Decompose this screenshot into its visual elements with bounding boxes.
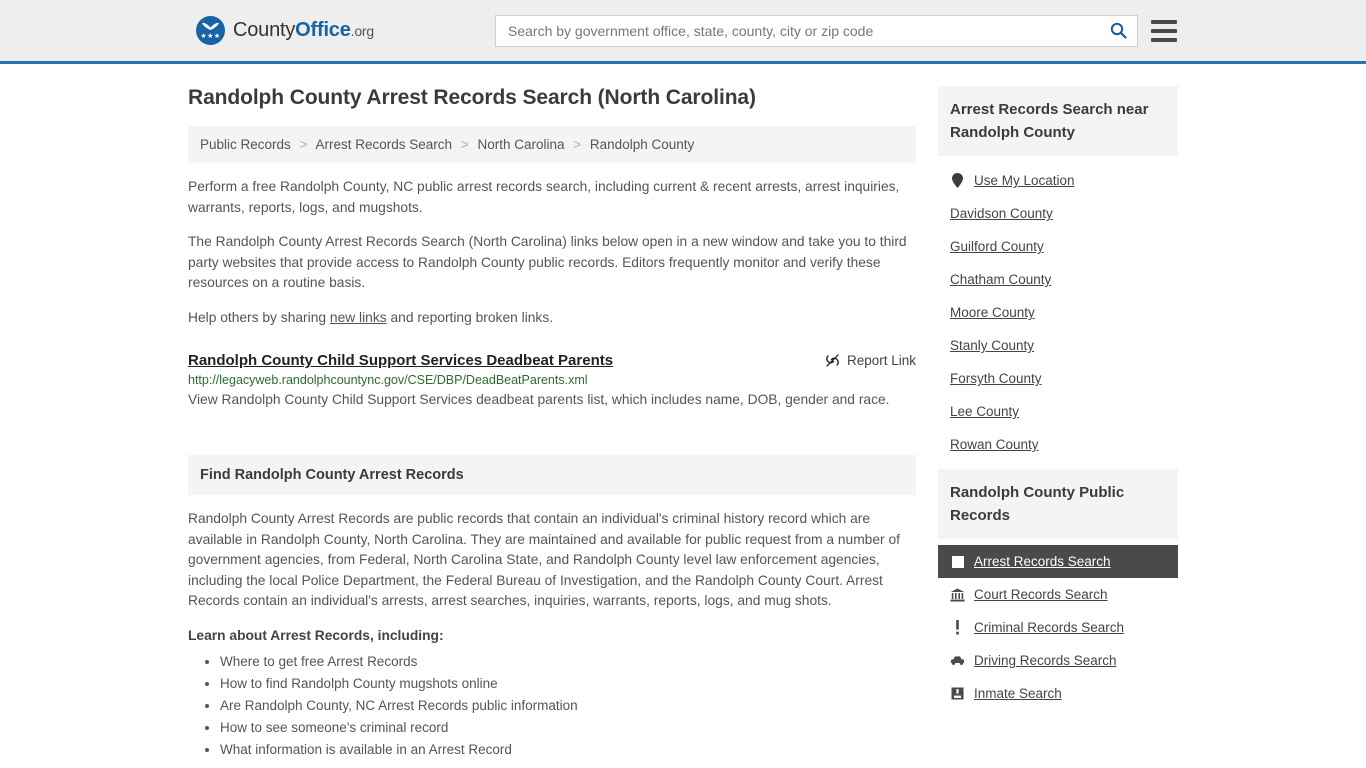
hamburger-menu-icon[interactable]	[1151, 19, 1177, 42]
brand-wordmark: CountyOffice.org	[233, 19, 374, 42]
breadcrumb-separator: >	[573, 137, 582, 152]
result-url: http://legacyweb.randolphcountync.gov/CS…	[188, 373, 588, 387]
sidebar-item-criminal-records-search[interactable]: Criminal Records Search	[938, 611, 1178, 644]
sidebar-heading-public-records: Randolph County Public Records	[938, 469, 1178, 539]
search-button[interactable]	[1099, 16, 1137, 46]
map-pin-icon	[950, 173, 965, 188]
jail-icon	[950, 686, 965, 701]
breadcrumb-item-arrest-records-search[interactable]: Arrest Records Search	[315, 137, 452, 152]
page-title: Randolph County Arrest Records Search (N…	[188, 86, 756, 109]
help-paragraph: Help others by sharing new links and rep…	[188, 308, 916, 329]
eagle-icon	[202, 22, 219, 30]
sidebar-item-label[interactable]: Moore County	[950, 305, 1035, 320]
site-logo[interactable]: ★★★ CountyOffice.org	[196, 16, 374, 45]
intro-paragraph-2: The Randolph County Arrest Records Searc…	[188, 234, 907, 290]
brand-tld: .org	[350, 23, 375, 39]
sidebar-heading-nearby: Arrest Records Search near Randolph Coun…	[938, 86, 1178, 156]
sidebar-item-inmate-search[interactable]: Inmate Search	[938, 677, 1178, 710]
list-item: Where to get free Arrest Records	[220, 651, 916, 673]
sidebar-box-nearby-counties: Arrest Records Search near Randolph Coun…	[938, 86, 1178, 461]
result-description: View Randolph County Child Support Servi…	[188, 392, 890, 407]
breadcrumb: Public Records > Arrest Records Search >…	[188, 126, 916, 163]
list-item: How to see someone's criminal record	[220, 717, 916, 739]
sidebar-item-arrest-records-search[interactable]: Arrest Records Search	[938, 545, 1178, 578]
new-links-link[interactable]: new links	[330, 310, 387, 325]
sidebar-item-lee-county[interactable]: Lee County	[938, 395, 1178, 428]
sidebar-item-label[interactable]: Rowan County	[950, 437, 1039, 452]
hamburger-line	[1151, 37, 1177, 42]
sidebar-item-label[interactable]: Driving Records Search	[974, 653, 1117, 668]
intro-paragraph-1: Perform a free Randolph County, NC publi…	[188, 179, 900, 215]
sidebar-item-moore-county[interactable]: Moore County	[938, 296, 1178, 329]
list-item: How to find Randolph County mugshots onl…	[220, 673, 916, 695]
breadcrumb-item-public-records[interactable]: Public Records	[200, 137, 291, 152]
sidebar-item-use-my-location[interactable]: Use My Location	[938, 164, 1178, 197]
help-suffix: and reporting broken links.	[386, 309, 554, 325]
sidebar-public-records-list: Arrest Records Search Court Records Sear…	[938, 539, 1178, 710]
sidebar-item-label[interactable]: Forsyth County	[950, 371, 1042, 386]
list-item: Are Randolph County, NC Arrest Records p…	[220, 695, 916, 717]
sidebar-item-court-records-search[interactable]: Court Records Search	[938, 578, 1178, 611]
learn-about-heading: Learn about Arrest Records, including:	[188, 627, 444, 643]
sidebar-item-label[interactable]: Use My Location	[974, 173, 1075, 188]
learn-about-list: Where to get free Arrest Records How to …	[188, 651, 916, 761]
logo-stars: ★★★	[200, 33, 221, 40]
sidebar-item-davidson-county[interactable]: Davidson County	[938, 197, 1178, 230]
hamburger-line	[1151, 28, 1177, 33]
brand-part-county: County	[233, 19, 296, 41]
result-header-row: Randolph County Child Support Services D…	[188, 352, 916, 369]
sidebar-item-label[interactable]: Criminal Records Search	[974, 620, 1124, 635]
sidebar-item-chatham-county[interactable]: Chatham County	[938, 263, 1178, 296]
broken-link-icon	[825, 354, 839, 367]
hamburger-line	[1151, 19, 1177, 24]
sidebar-item-label[interactable]: Davidson County	[950, 206, 1053, 221]
section-paragraph: Randolph County Arrest Records are publi…	[188, 511, 900, 608]
main-column: Randolph County Arrest Records Search (N…	[188, 86, 916, 761]
report-link-label: Report Link	[846, 353, 916, 368]
section-heading-find-arrest-records: Find Randolph County Arrest Records	[188, 455, 916, 495]
sidebar-item-driving-records-search[interactable]: Driving Records Search	[938, 644, 1178, 677]
sidebar-item-label[interactable]: Court Records Search	[974, 587, 1108, 602]
sidebar-item-guilford-county[interactable]: Guilford County	[938, 230, 1178, 263]
sidebar-nearby-list: Use My Location Davidson County Guilford…	[938, 156, 1178, 461]
car-icon	[950, 653, 965, 668]
white-square-icon	[950, 554, 965, 569]
list-item: What information is available in an Arre…	[220, 739, 916, 761]
page-body: Randolph County Arrest Records Search (N…	[0, 64, 1366, 761]
sidebar-item-forsyth-county[interactable]: Forsyth County	[938, 362, 1178, 395]
sidebar-item-label[interactable]: Chatham County	[950, 272, 1051, 287]
countyoffice-eagle-logo-icon: ★★★	[196, 16, 225, 45]
breadcrumb-separator: >	[460, 137, 469, 152]
courthouse-icon	[950, 587, 965, 602]
report-link-button[interactable]: Report Link	[825, 352, 916, 368]
search-input[interactable]	[496, 22, 1099, 39]
sidebar: Arrest Records Search near Randolph Coun…	[938, 86, 1178, 761]
site-header: ★★★ CountyOffice.org	[0, 0, 1366, 64]
sidebar-item-label[interactable]: Lee County	[950, 404, 1019, 419]
breadcrumb-separator: >	[299, 137, 308, 152]
section-body: Randolph County Arrest Records are publi…	[188, 495, 916, 761]
sidebar-item-rowan-county[interactable]: Rowan County	[938, 428, 1178, 461]
search-bar[interactable]	[495, 14, 1138, 47]
sidebar-item-label[interactable]: Stanly County	[950, 338, 1034, 353]
help-prefix: Help others by sharing	[188, 309, 330, 325]
result-title-link[interactable]: Randolph County Child Support Services D…	[188, 352, 613, 369]
search-icon	[1110, 22, 1127, 39]
sidebar-box-public-records: Randolph County Public Records Arrest Re…	[938, 469, 1178, 710]
brand-part-office: Office	[295, 19, 351, 41]
exclamation-icon	[950, 620, 965, 635]
result-entry: Randolph County Child Support Services D…	[188, 352, 916, 411]
breadcrumb-item-north-carolina[interactable]: North Carolina	[477, 137, 564, 152]
breadcrumb-item-randolph-county[interactable]: Randolph County	[590, 137, 694, 152]
sidebar-item-label[interactable]: Guilford County	[950, 239, 1044, 254]
sidebar-item-label[interactable]: Arrest Records Search	[974, 554, 1111, 569]
sidebar-item-stanly-county[interactable]: Stanly County	[938, 329, 1178, 362]
sidebar-item-label[interactable]: Inmate Search	[974, 686, 1062, 701]
